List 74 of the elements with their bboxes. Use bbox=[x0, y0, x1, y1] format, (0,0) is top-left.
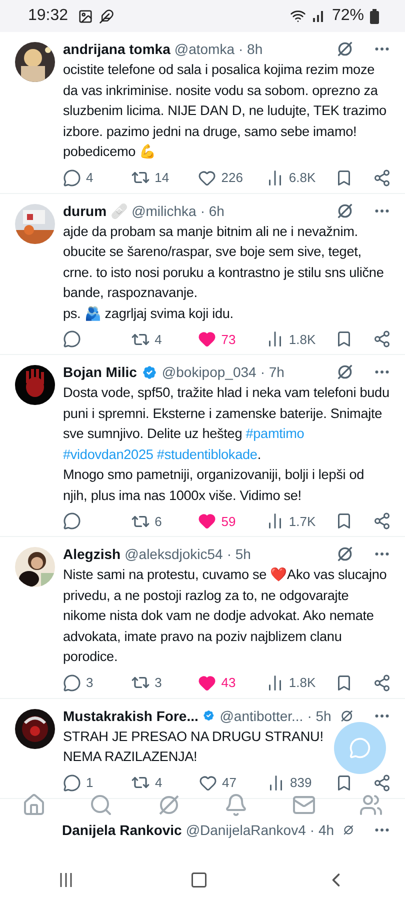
tweet-card[interactable]: Danijela Rankovic @DanijelaRankov4 · 4h bbox=[0, 818, 405, 840]
reply-button[interactable]: 1 bbox=[63, 774, 111, 792]
tweet-card[interactable]: Mustakrakish Fore... @antibotter... · 5h STRAH JE PRESAO NA DRUGU STRANU! NEMA RAZILAZENJA! 1 4 47 839 bbox=[0, 698, 405, 798]
like-button[interactable]: 73 bbox=[198, 330, 246, 348]
speech-bubble-icon bbox=[63, 674, 81, 692]
share-icon[interactable] bbox=[372, 512, 391, 530]
views-button[interactable]: 1.7K bbox=[266, 512, 316, 530]
slashed-circle-icon[interactable] bbox=[335, 362, 355, 382]
share-icon[interactable] bbox=[372, 168, 391, 186]
post-time: · 5h bbox=[307, 708, 332, 724]
speech-bubble-icon bbox=[63, 168, 81, 186]
wifi-icon bbox=[290, 8, 306, 24]
recent-apps-icon[interactable] bbox=[58, 872, 74, 888]
post-time: · 5h bbox=[226, 546, 251, 562]
share-icon[interactable] bbox=[372, 674, 391, 692]
like-button[interactable]: 47 bbox=[199, 774, 247, 792]
views-button[interactable]: 6.8K bbox=[266, 168, 316, 186]
slashed-circle-icon[interactable] bbox=[335, 544, 355, 564]
image-icon bbox=[78, 8, 94, 24]
repost-button[interactable]: 4 bbox=[130, 330, 179, 348]
heart-icon bbox=[198, 330, 216, 348]
post-time: · 6h bbox=[200, 202, 224, 218]
author-handle: @antibotter... bbox=[220, 708, 304, 724]
author-name: Danijela Rankovic bbox=[62, 822, 182, 838]
signal-icon bbox=[312, 9, 326, 23]
repost-button[interactable]: 4 bbox=[131, 773, 179, 792]
home-icon[interactable] bbox=[190, 871, 208, 889]
author-handle: @bokipop_034 bbox=[162, 364, 256, 380]
speech-bubble-icon bbox=[63, 512, 81, 530]
views-button[interactable]: 1.8K bbox=[266, 674, 316, 692]
heart-icon bbox=[198, 168, 216, 186]
author-name: Mustakrakish Fore... bbox=[63, 708, 198, 724]
views-button[interactable]: 1.8K bbox=[266, 330, 316, 348]
tweet-text: ocistite telefone od sala i posalica kojima rezim moze da vas inkriminise. nosite vodu sa sobom. oprezno za sluzbenim licima. NIJE DAN D, ne ludujte, TEK trazimo izbore. pazimo jedni na druge, samo sebe imamo! pobedicemo 💪 bbox=[63, 61, 388, 161]
post-time: · 8h bbox=[238, 41, 263, 57]
post-time: · 7h bbox=[260, 364, 284, 380]
author-name: Bojan Milic bbox=[63, 364, 137, 380]
reply-button[interactable]: 4 bbox=[63, 168, 111, 186]
share-icon[interactable] bbox=[372, 330, 391, 348]
author-handle: @DanijelaRankov4 bbox=[186, 822, 306, 838]
like-button[interactable]: 43 bbox=[198, 674, 246, 692]
repost-button[interactable]: 6 bbox=[130, 512, 179, 530]
author-handle: @atomka bbox=[174, 41, 234, 57]
author-name: Alegzish bbox=[63, 546, 121, 562]
slashed-circle-icon[interactable] bbox=[335, 39, 355, 59]
tweet-text: Dosta vode, spf50, tražite hlad i neka vam telefoni budu puni i spremni. Eksterne i zamenske baterije. Snimajte sve sumnjivo. Delite uz hešteg #pamtimo #vidovdan2025 #studentiblokade. Mnogo smo pametniji, organizovaniji, bolji i lepši od njih, plus ima nas 1000x više. Vidimo se! bbox=[63, 384, 390, 505]
tweet-text: Niste sami na protestu, cuvamo se ❤Ako vas slucajno privedu, a ne postoji razlog za to, ne odgovarajte nikome nista dok vam ne dodje advokat. Ako nemate advokata, imate pravo na poziv najblizem clanu porodice. bbox=[63, 566, 388, 666]
heart-icon bbox=[198, 512, 216, 530]
author-handle: @milichka bbox=[132, 202, 196, 218]
speech-bubble-icon bbox=[349, 737, 371, 759]
author-name: durum bbox=[63, 202, 107, 218]
like-button[interactable]: 226 bbox=[198, 168, 246, 186]
speech-bubble-icon bbox=[63, 330, 81, 348]
feather-icon bbox=[99, 8, 114, 24]
post-time: · 4h bbox=[310, 822, 334, 838]
battery-percent: 72% bbox=[332, 7, 364, 25]
views-button[interactable]: 839 bbox=[267, 774, 315, 792]
bar-chart-icon bbox=[267, 774, 285, 792]
clock: 19:32 bbox=[28, 7, 68, 25]
reply-button[interactable]: 3 bbox=[63, 674, 111, 692]
repost-button[interactable]: 3 bbox=[130, 673, 179, 692]
author-name: andrijana tomka bbox=[63, 41, 170, 57]
repost-button[interactable]: 14 bbox=[130, 168, 179, 187]
heart-icon bbox=[199, 774, 217, 792]
name-emoji: 🩹 bbox=[110, 202, 128, 218]
tweet-text: STRAH JE PRESAO NA DRUGU STRANU! NEMA RAZILAZENJA! bbox=[63, 728, 324, 766]
like-button[interactable]: 59 bbox=[198, 512, 246, 530]
speech-bubble-icon bbox=[63, 774, 81, 792]
heart-icon bbox=[198, 674, 216, 692]
battery-icon bbox=[370, 8, 379, 24]
bookmark-icon[interactable] bbox=[335, 774, 353, 792]
author-handle: @aleksdjokic54 bbox=[124, 546, 223, 562]
share-icon[interactable] bbox=[373, 774, 391, 792]
tweet-text: ajde da probam sa manje bitnim ali ne i nevažnim. obucite se šareno/raspar, sve boje sem sive, teget, crne. to isto nosi poruku a kontrastno je stilu sns ulične bande, raspoznavanje. ps. 🫂 zagrljaj svima koji idu. bbox=[63, 222, 385, 323]
